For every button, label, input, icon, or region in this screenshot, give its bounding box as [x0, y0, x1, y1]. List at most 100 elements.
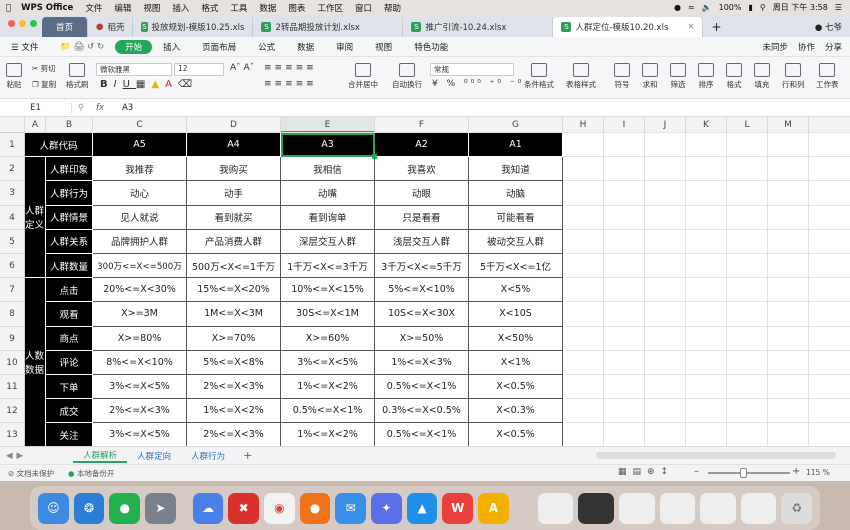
data-cell[interactable]: 只是看看	[375, 205, 469, 230]
sketch-icon[interactable]: A	[478, 492, 509, 524]
column-header-g[interactable]: G	[469, 117, 563, 133]
menu-file[interactable]: 文件	[79, 2, 108, 14]
row-header-2[interactable]: 2	[0, 157, 25, 182]
zoom-out-icon[interactable]: –	[694, 466, 699, 477]
data-cell[interactable]: 我知道	[469, 157, 563, 182]
collaborate-button[interactable]: 协作	[798, 41, 815, 53]
tab-page-layout[interactable]: 页面布局	[191, 41, 247, 53]
sheet-tab-1[interactable]: 人群解析	[73, 449, 128, 463]
cut-button[interactable]: ✂ 剪切	[32, 63, 56, 74]
chrome-icon[interactable]: ◉	[264, 492, 295, 524]
tab-special[interactable]: 特色功能	[403, 41, 459, 53]
menu-view[interactable]: 视图	[137, 2, 166, 14]
row-label-cell[interactable]: 评论	[46, 350, 93, 375]
wifi-icon[interactable]: ≈	[688, 3, 695, 12]
safari-icon[interactable]: ❂	[73, 492, 105, 524]
group-label-cell[interactable]: 人数数据	[25, 278, 46, 446]
data-cell[interactable]: 我喜欢	[375, 157, 469, 182]
paste-button[interactable]: 粘贴	[6, 63, 22, 90]
font-family-select[interactable]: 微软雅黑	[96, 63, 172, 76]
feishu-icon[interactable]: ✦	[371, 492, 402, 524]
row-header-5[interactable]: 5	[0, 229, 25, 254]
column-header-f[interactable]: F	[375, 117, 469, 133]
data-cell[interactable]: X<5%	[469, 278, 563, 303]
data-cell[interactable]: 品牌拥护人群	[93, 229, 187, 254]
add-sheet-icon[interactable]: +	[235, 449, 260, 462]
zoom-slider-handle[interactable]	[740, 468, 747, 478]
column-header-a[interactable]: A	[25, 117, 46, 133]
wrap-text-button[interactable]: 自动换行	[392, 63, 422, 90]
tab-formula[interactable]: 公式	[247, 41, 286, 53]
row-label-cell[interactable]: 人群印象	[46, 157, 93, 182]
format-button[interactable]: 格式	[726, 63, 742, 90]
sheet-tab-3[interactable]: 人群行为	[181, 450, 235, 462]
user-account[interactable]: ● 七爷	[807, 21, 850, 37]
data-cell[interactable]: X>=60%	[281, 326, 375, 351]
row-label-cell[interactable]: 观看	[46, 302, 93, 327]
zoom-slider[interactable]	[708, 472, 790, 474]
tab-doc-2[interactable]: S 2转品期投放计划.xlsx	[253, 17, 404, 37]
trash-icon[interactable]: ♻	[781, 492, 813, 524]
row-label-cell[interactable]: 关注	[46, 423, 93, 446]
data-cell[interactable]: 看到询单	[281, 205, 375, 230]
menu-list-icon[interactable]: ☰	[835, 3, 842, 12]
row-header-3[interactable]: 3	[0, 181, 25, 206]
menu-window[interactable]: 窗口	[349, 2, 378, 14]
rows-cols-button[interactable]: 行和列	[782, 63, 805, 90]
row-header-10[interactable]: 10	[0, 350, 25, 375]
data-cell[interactable]: X<50%	[469, 326, 563, 351]
merge-center-button[interactable]: 合并居中	[348, 63, 378, 90]
data-cell[interactable]: X>=50%	[375, 326, 469, 351]
view-mode-icons[interactable]: ▦▤⊕↕	[618, 467, 674, 477]
column-header-h[interactable]: H	[563, 117, 604, 133]
data-cell[interactable]: 30S<=X<1M	[281, 302, 375, 327]
row-label-cell[interactable]: 人群关系	[46, 229, 93, 254]
data-cell[interactable]: 被动交互人群	[469, 229, 563, 254]
data-cell[interactable]: 动脑	[469, 181, 563, 206]
format-painter-button[interactable]: 格式刷	[66, 63, 89, 90]
clock[interactable]: 周日 下午 3:58	[773, 2, 828, 13]
row-header-7[interactable]: 7	[0, 278, 25, 303]
data-cell[interactable]: X<0.3%	[469, 399, 563, 424]
data-cell[interactable]: 我购买	[187, 157, 281, 182]
firefox-icon[interactable]: ●	[299, 492, 331, 524]
data-cell[interactable]: 2%<=X<3%	[187, 375, 281, 400]
recent-window-thumb[interactable]	[578, 492, 614, 524]
data-cell[interactable]: X>=70%	[187, 326, 281, 351]
sum-button[interactable]: 求和	[642, 63, 658, 90]
tab-start[interactable]: 开始	[115, 39, 153, 54]
horizontal-scrollbar[interactable]	[596, 452, 836, 459]
align-buttons[interactable]: ≡≡≡≡≡	[264, 63, 317, 73]
doc-protect-status[interactable]: ⊘ 文档未保护	[8, 468, 54, 479]
row-label-cell[interactable]: 人群情景	[46, 205, 93, 230]
row-header-12[interactable]: 12	[0, 399, 25, 424]
data-cell[interactable]: 5%<=X<10%	[375, 278, 469, 303]
row-label-cell[interactable]: 人群行为	[46, 181, 93, 206]
row-header-4[interactable]: 4	[0, 205, 25, 230]
data-cell[interactable]: 2%<=X<3%	[187, 423, 281, 446]
recent-window-thumb[interactable]	[618, 492, 655, 524]
data-cell[interactable]: X>=3M	[93, 302, 187, 327]
data-cell[interactable]: 20%<=X<30%	[93, 278, 187, 303]
quick-access-icons[interactable]: 📁 🖨 ↺ ↻	[49, 42, 115, 52]
number-buttons[interactable]: ¥ % ⁰⁰⁰ ⁺⁰ ⁻⁰	[432, 79, 524, 89]
zoom-in-icon[interactable]: +	[792, 466, 800, 477]
data-cell[interactable]: X<0.5%	[469, 375, 563, 400]
spreadsheet-grid[interactable]: ABCDEFGHIJKLM 1 2 3 4 5 6 7 8 9 10 11 12 13 人群代码 A5 A4 A…	[0, 117, 850, 446]
data-cell[interactable]: 3%<=X<5%	[281, 350, 375, 375]
data-cell[interactable]: 1%<=X<2%	[187, 399, 281, 424]
column-header-b[interactable]: B	[46, 117, 93, 133]
fx-icon[interactable]: fx	[90, 103, 110, 113]
finder-icon[interactable]: ☺	[38, 492, 69, 524]
share-button[interactable]: 分享	[825, 41, 842, 53]
menu-edit[interactable]: 编辑	[108, 2, 137, 14]
row-header-11[interactable]: 11	[0, 375, 25, 400]
hamburger-icon[interactable]: ☰ 文件	[0, 41, 49, 53]
table-style-button[interactable]: 表格样式	[566, 63, 596, 90]
data-cell[interactable]: 3%<=X<5%	[93, 423, 187, 446]
row-label-cell[interactable]: 商点	[46, 326, 93, 351]
wechat-icon[interactable]: ●	[109, 492, 141, 524]
tab-data[interactable]: 数据	[286, 41, 325, 53]
column-header-l[interactable]: L	[727, 117, 768, 133]
data-cell[interactable]: 0.5%<=X<1%	[375, 423, 469, 446]
